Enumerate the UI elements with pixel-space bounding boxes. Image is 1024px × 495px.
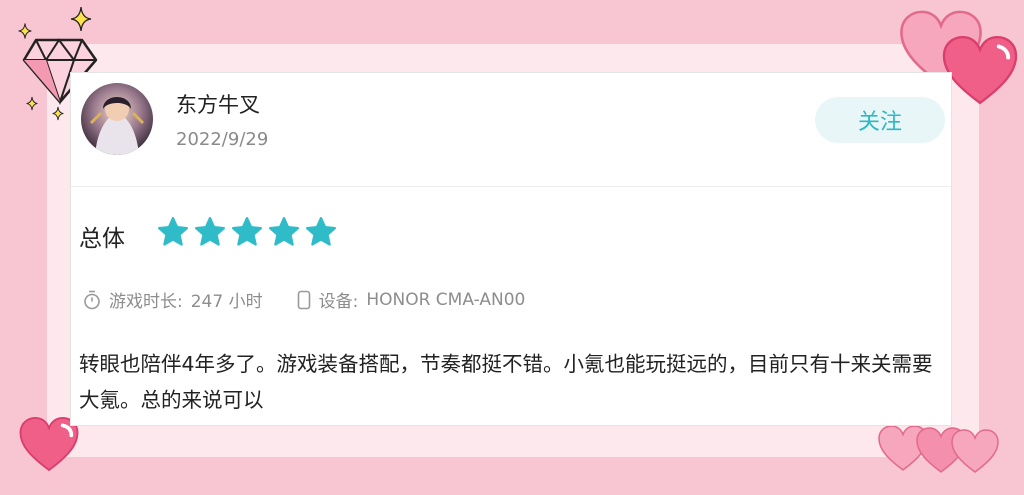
rating-label: 总体 xyxy=(79,226,125,252)
phone-icon xyxy=(297,290,310,309)
sparkle-icon xyxy=(52,106,64,121)
avatar[interactable] xyxy=(81,83,153,155)
playtime: 游戏时长: 247 小时 xyxy=(83,287,263,312)
meta-row: 游戏时长: 247 小时 设备: HONOR CMA-AN00 xyxy=(83,287,525,312)
review-card: 东方牛叉 2022/9/29 关注 总体 游戏时长: 247 小时 设备: HO… xyxy=(70,72,952,426)
device-label: 设备: xyxy=(318,292,359,312)
playtime-value: 247 小时 xyxy=(190,292,263,312)
heart-icon xyxy=(951,429,999,473)
review-text: 转眼也陪伴4年多了。游戏装备搭配，节奏都挺不错。小氪也能玩挺远的，目前只有十来关… xyxy=(79,352,933,412)
username[interactable]: 东方牛叉 xyxy=(176,89,260,119)
device-value: HONOR CMA-AN00 xyxy=(366,289,526,310)
divider xyxy=(71,186,951,187)
star-icon xyxy=(157,216,189,246)
star-icon xyxy=(231,216,263,246)
heart-icon xyxy=(942,35,1018,105)
clock-icon xyxy=(84,290,100,309)
sparkle-icon xyxy=(26,96,38,111)
review-date: 2022/9/29 xyxy=(176,129,269,150)
star-rating xyxy=(156,215,338,249)
sparkle-icon xyxy=(18,23,32,39)
star-icon xyxy=(194,216,226,246)
playtime-label: 游戏时长: xyxy=(109,292,183,312)
sparkle-icon xyxy=(70,6,92,32)
avatar-image xyxy=(81,83,153,155)
star-icon xyxy=(305,216,337,246)
follow-button[interactable]: 关注 xyxy=(815,97,945,143)
star-icon xyxy=(268,216,300,246)
device: 设备: HONOR CMA-AN00 xyxy=(297,287,526,312)
